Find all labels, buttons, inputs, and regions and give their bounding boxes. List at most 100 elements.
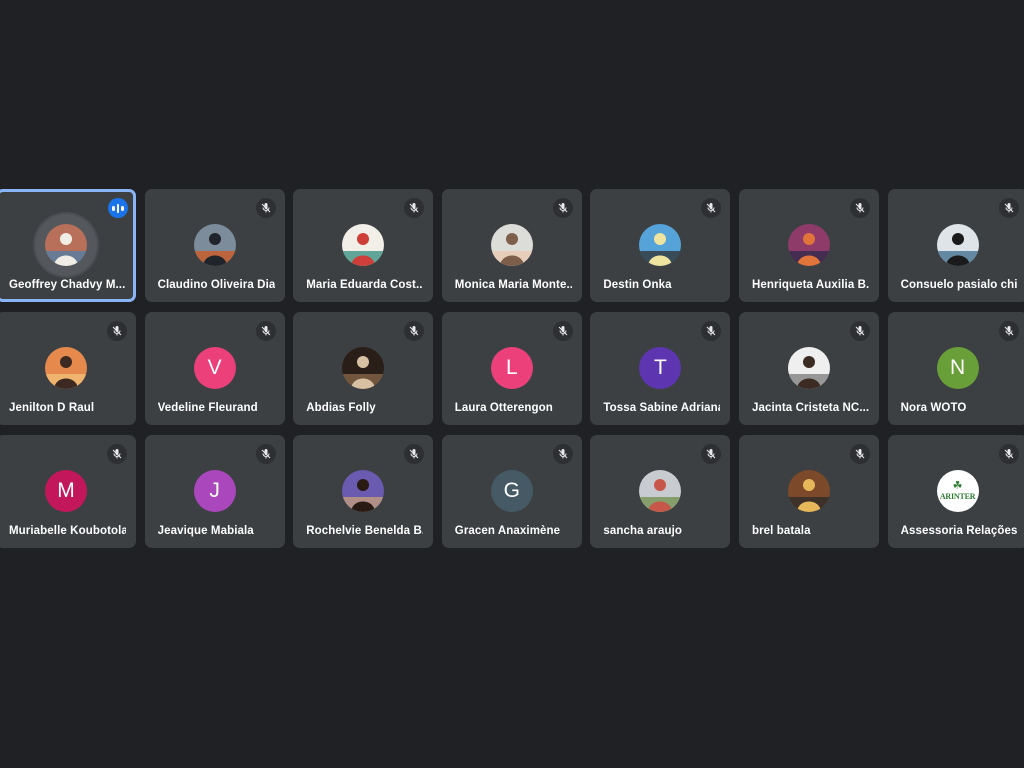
mic-off-icon: [998, 198, 1019, 218]
participant-name: brel batala: [751, 525, 811, 537]
mic-off-icon: [552, 321, 573, 341]
participant-tile[interactable]: Henriqueta Auxilia B...: [738, 189, 879, 302]
avatar-initial: N: [936, 347, 979, 389]
mic-off-icon: [701, 444, 722, 464]
profile-photo-icon: [45, 347, 87, 389]
participant-tile[interactable]: Destin Onka: [590, 189, 731, 302]
participant-name: Monica Maria Monte...: [454, 279, 572, 291]
profile-photo-icon: [342, 224, 385, 266]
participant-tile[interactable]: ☘ ARINTER Assessoria Relações...: [887, 435, 1024, 548]
mic-off-icon: [107, 444, 127, 464]
participant-tile[interactable]: Maria Eduarda Cost...: [293, 189, 434, 302]
participant-tile[interactable]: M Muriabelle Koubotola: [0, 435, 136, 548]
mic-off-icon: [998, 321, 1019, 341]
participant-name: Jeavique Mabiala: [157, 525, 254, 537]
avatar-initial: M: [45, 470, 87, 512]
participant-tile[interactable]: Jacinta Cristeta NC...: [738, 312, 879, 425]
leaf-icon: ☘: [952, 480, 963, 492]
participant-tile[interactable]: Monica Maria Monte...: [441, 189, 582, 302]
avatar-initial: J: [193, 470, 236, 512]
participant-tile[interactable]: brel batala: [738, 435, 879, 548]
mic-off-icon: [552, 444, 573, 464]
participant-name: Vedeline Fleurand: [157, 402, 258, 414]
mic-off-icon: [849, 444, 870, 464]
avatar-initial-letter: L: [505, 356, 518, 379]
avatar-photo: [193, 224, 236, 266]
participant-tile[interactable]: Consuelo pasialo chi...: [887, 189, 1024, 302]
participant-tile[interactable]: Rochelvie Benelda B...: [293, 435, 434, 548]
avatar-logo: ☘ ARINTER: [936, 470, 979, 512]
mic-off-icon: [255, 444, 276, 464]
avatar-initial-letter: M: [57, 479, 75, 502]
mic-off-icon: [701, 198, 722, 218]
participant-tile[interactable]: Abdias Folly: [293, 312, 434, 425]
avatar-photo: [45, 224, 87, 266]
mic-off-icon: [404, 198, 425, 218]
participant-tile[interactable]: T Tossa Sabine Adriana: [590, 312, 731, 425]
mic-off-icon: [404, 321, 425, 341]
participant-name: Geoffrey Chadvy M...: [9, 279, 126, 291]
profile-photo-icon: [193, 224, 236, 266]
mic-off-icon: [404, 444, 425, 464]
participant-tile[interactable]: J Jeavique Mabiala: [144, 435, 285, 548]
mic-off-icon: [107, 321, 127, 341]
avatar-initial: V: [193, 347, 236, 389]
participant-name: Abdias Folly: [306, 402, 376, 414]
participant-name: Laura Otterengon: [454, 402, 553, 414]
avatar-initial-letter: J: [209, 479, 220, 502]
profile-photo-icon: [936, 224, 979, 266]
participant-name: Maria Eduarda Cost...: [306, 279, 424, 291]
mic-off-icon: [849, 321, 870, 341]
avatar-photo: [639, 224, 682, 266]
participant-name: Tossa Sabine Adriana: [603, 402, 721, 414]
avatar-initial-letter: V: [207, 356, 222, 379]
participant-name: Destin Onka: [603, 279, 672, 291]
avatar-photo: [342, 224, 385, 266]
avatar-photo: [45, 347, 87, 389]
meeting-grid-view: Geoffrey Chadvy M... Claudino Oliveira Di…: [0, 0, 1024, 768]
speaking-indicator-icon: [108, 198, 128, 218]
participant-name: Jacinta Cristeta NC...: [751, 402, 869, 414]
participant-tile[interactable]: sancha araujo: [590, 435, 731, 548]
participant-tile[interactable]: Geoffrey Chadvy M...: [0, 189, 136, 302]
participant-tile[interactable]: L Laura Otterengon: [441, 312, 582, 425]
participant-name: Henriqueta Auxilia B...: [751, 279, 869, 291]
participant-name: Consuelo pasialo chi...: [900, 279, 1018, 291]
avatar-initial-letter: T: [653, 356, 667, 379]
avatar-photo: [639, 470, 682, 512]
mic-off-icon: [255, 198, 276, 218]
avatar-photo: [342, 470, 385, 512]
mic-off-icon: [849, 198, 870, 218]
profile-photo-icon: [639, 224, 682, 266]
participant-tile[interactable]: Claudino Oliveira Dias: [144, 189, 285, 302]
participant-tile[interactable]: V Vedeline Fleurand: [144, 312, 285, 425]
avatar-photo: [490, 224, 533, 266]
profile-photo-icon: [787, 224, 830, 266]
profile-photo-icon: [787, 347, 830, 389]
participant-name: Claudino Oliveira Dias: [157, 279, 275, 291]
participant-name: Nora WOTO: [900, 402, 967, 414]
participant-tile[interactable]: Jenilton D Raul: [0, 312, 136, 425]
logo-text: ARINTER: [939, 492, 976, 501]
avatar-initial: L: [490, 347, 533, 389]
mic-off-icon: [998, 444, 1019, 464]
avatar-photo: [787, 224, 830, 266]
participant-tile[interactable]: G Gracen Anaximène: [441, 435, 582, 548]
profile-photo-icon: [342, 470, 385, 512]
avatar-photo: [787, 470, 830, 512]
participant-tile[interactable]: N Nora WOTO: [887, 312, 1024, 425]
participant-name: Jenilton D Raul: [9, 402, 95, 414]
profile-photo-icon: [639, 470, 682, 512]
profile-photo-icon: [342, 347, 385, 389]
participant-name: Rochelvie Benelda B...: [306, 525, 424, 537]
avatar-initial: G: [490, 470, 533, 512]
profile-photo-icon: [490, 224, 533, 266]
avatar-photo: [342, 347, 385, 389]
mic-off-icon: [701, 321, 722, 341]
avatar-initial-letter: N: [949, 356, 966, 379]
mic-off-icon: [552, 198, 573, 218]
participant-name: Gracen Anaximène: [454, 525, 561, 537]
avatar-photo: [787, 347, 830, 389]
profile-photo-icon: [787, 470, 830, 512]
avatar-photo: [936, 224, 979, 266]
